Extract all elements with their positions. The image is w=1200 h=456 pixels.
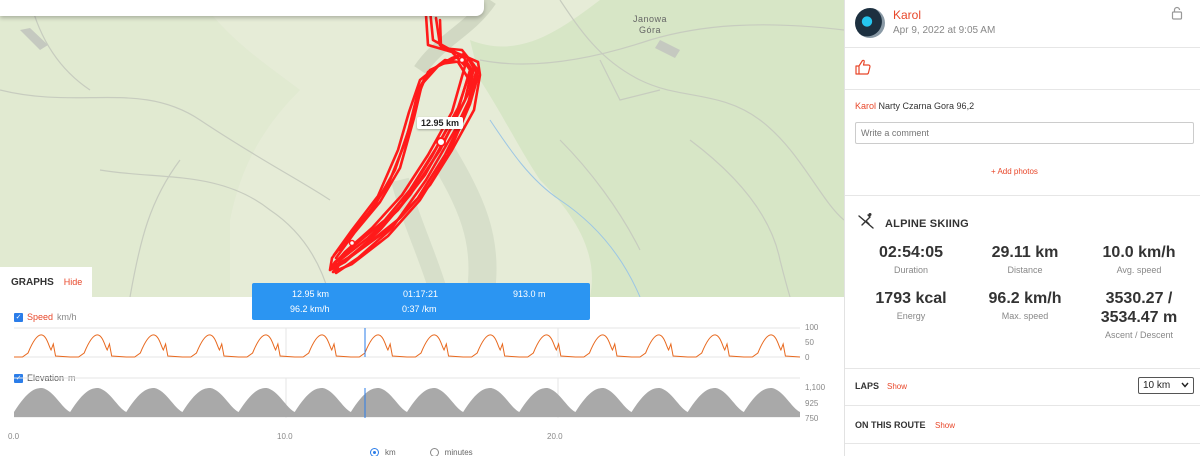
place-label: Janowa Góra <box>628 14 672 36</box>
elevation-tick: 925 <box>805 399 819 408</box>
stat-value: 29.11 km <box>991 244 1059 261</box>
info-elevation: 913.0 m <box>513 289 546 299</box>
stat-label: Energy <box>896 311 926 321</box>
x-unit-selector: km minutes <box>370 448 473 456</box>
x-tick: 0.0 <box>8 432 20 441</box>
stat-label: Distance <box>1007 265 1043 275</box>
speed-tick: 0 <box>805 353 810 362</box>
activity-title: Narty Czarna Gora 96,2 <box>878 101 975 111</box>
stat-value: 1793 kcal <box>875 290 947 307</box>
divider <box>845 195 1200 196</box>
activity-page: Janowa Góra 12.95 km GRAPHS Hide ✓ Speed… <box>0 0 1200 456</box>
stat-avg-speed: 10.0 km/h Avg. speed <box>1080 243 1198 275</box>
place-label-line1: Janowa <box>632 14 668 24</box>
stat-value: 02:54:05 <box>878 244 944 261</box>
speed-tick: 50 <box>805 338 814 347</box>
lock-icon[interactable] <box>1171 6 1183 23</box>
route-map[interactable]: Janowa Góra 12.95 km <box>0 0 844 297</box>
stat-max-speed: 96.2 km/h Max. speed <box>966 289 1084 321</box>
stat-label: Ascent / Descent <box>1104 330 1174 340</box>
graphs-tab: GRAPHS Hide <box>0 267 92 297</box>
stat-label: Max. speed <box>1001 311 1049 321</box>
graphs-title: GRAPHS <box>11 276 54 288</box>
sport-title: ALPINE SKIING <box>885 217 969 230</box>
place-label-line2: Góra <box>638 25 661 35</box>
alpine-skiing-icon <box>857 212 877 235</box>
activity-title-line: Karol Narty Czarna Gora 96,2 <box>855 101 974 111</box>
info-pace: 0:37 /km <box>402 304 437 314</box>
stat-value-line2: 3534.47 m <box>1100 309 1178 326</box>
divider <box>845 89 1200 90</box>
avatar[interactable] <box>855 8 885 38</box>
speed-line <box>14 334 801 358</box>
divider <box>845 368 1200 369</box>
elevation-area <box>14 388 800 417</box>
stat-ascent-descent: 3530.27 / 3534.47 m Ascent / Descent <box>1080 289 1198 340</box>
hover-info-box: 12.95 km 01:17:21 913.0 m 96.2 km/h 0:37… <box>252 283 590 320</box>
speed-tick: 100 <box>805 323 819 332</box>
on-this-route-title: ON THIS ROUTE <box>855 420 926 430</box>
stat-value-line1: 3530.27 / <box>1105 290 1173 307</box>
x-tick: 10.0 <box>277 432 293 441</box>
divider <box>845 47 1200 48</box>
activity-date: Apr 9, 2022 at 9:05 AM <box>893 25 996 36</box>
laps-select[interactable]: 10 km <box>1138 377 1194 394</box>
info-time: 01:17:21 <box>403 289 439 299</box>
stat-duration: 02:54:05 Duration <box>852 243 970 275</box>
map-popup-panel <box>0 0 484 16</box>
radio-selected-icon[interactable] <box>370 448 379 456</box>
comment-input[interactable] <box>855 122 1194 144</box>
map-canvas[interactable] <box>0 0 844 297</box>
minutes-radio-label: minutes <box>444 448 473 456</box>
position-marker <box>436 137 446 147</box>
distance-marker: 12.95 km <box>417 117 464 129</box>
sport-header: ALPINE SKIING <box>857 212 969 235</box>
stat-distance: 29.11 km Distance <box>966 243 1084 275</box>
hide-graphs-link[interactable]: Hide <box>64 277 83 287</box>
divider <box>845 405 1200 406</box>
activity-sidebar: Karol Apr 9, 2022 at 9:05 AM Karol Narty… <box>844 0 1200 456</box>
title-athlete[interactable]: Karol <box>855 101 876 111</box>
x-tick: 20.0 <box>547 432 563 441</box>
athlete-name[interactable]: Karol <box>893 8 921 22</box>
stat-energy: 1793 kcal Energy <box>852 289 970 321</box>
laps-show-link[interactable]: Show <box>887 382 907 391</box>
stat-value: 10.0 km/h <box>1102 244 1176 261</box>
info-speed: 96.2 km/h <box>290 304 330 314</box>
km-radio[interactable]: km <box>370 448 396 456</box>
chevron-down-icon <box>1181 380 1189 391</box>
laps-select-value: 10 km <box>1143 380 1171 391</box>
thumbs-up-icon[interactable] <box>854 58 872 76</box>
route-show-link[interactable]: Show <box>935 421 955 430</box>
stat-label: Avg. speed <box>1116 265 1162 275</box>
info-distance: 12.95 km <box>292 289 330 299</box>
divider <box>845 443 1200 444</box>
minutes-radio[interactable]: minutes <box>429 448 473 456</box>
stat-label: Duration <box>893 265 929 275</box>
laps-title: LAPS <box>855 381 880 391</box>
elevation-tick: 750 <box>805 414 819 423</box>
km-radio-label: km <box>385 448 396 456</box>
add-photos-link[interactable]: + Add photos <box>991 167 1038 176</box>
radio-unselected-icon[interactable] <box>429 448 439 456</box>
graphs-svg[interactable] <box>0 320 844 428</box>
stat-value: 96.2 km/h <box>988 290 1062 307</box>
elevation-tick: 1,100 <box>805 383 826 392</box>
